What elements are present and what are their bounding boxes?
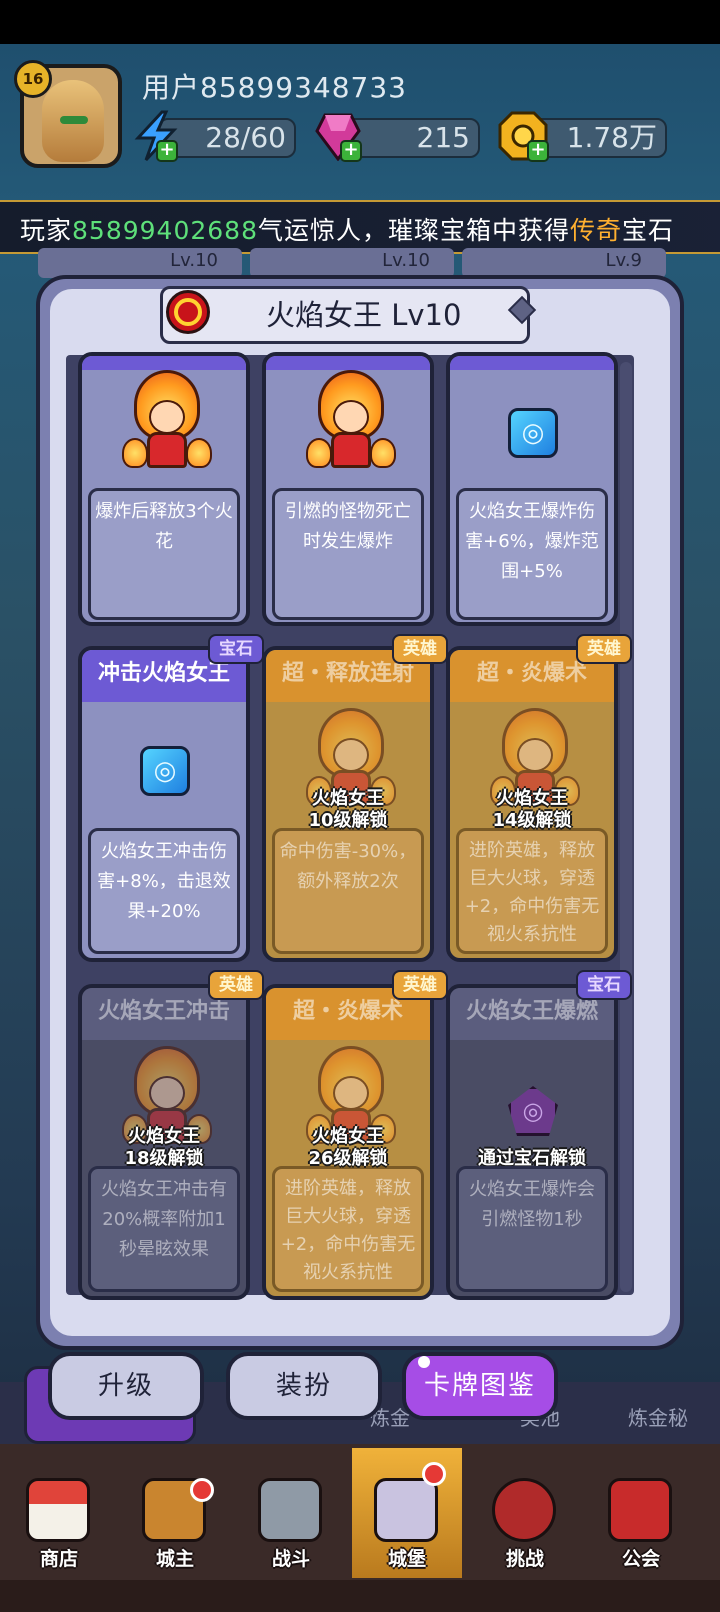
bg-level-label: Lv.9 [605, 250, 642, 271]
talent-card[interactable]: 爆炸后释放3个火花 [78, 352, 250, 626]
talent-card-gem-locked[interactable]: 火焰女王爆燃 ◎ 通过宝石解锁 火焰女王爆炸会引燃怪物1秒 [446, 984, 618, 1300]
talent-card-hero-locked[interactable]: 超・炎爆术 进阶英雄，释放巨大火球，穿透+2，命中伤害无视火系抗性 火焰女王 2… [262, 984, 434, 1300]
demon-mask-icon [492, 1478, 556, 1542]
purple-gem-icon: ◎ [508, 1086, 558, 1136]
flame-queen-portrait [122, 370, 212, 474]
nav-label: 城主 [155, 1548, 194, 1570]
talent-card-hero-locked[interactable]: 超・释放连射 命中伤害-30%，额外释放2次 火焰女王 10级解锁 [262, 646, 434, 962]
nav-bottom-bar [0, 1580, 720, 1612]
nav-label: 商店 [39, 1548, 78, 1570]
button-highlight-dot [418, 1356, 430, 1368]
unlock-level: 14级解锁 [492, 810, 572, 831]
bg-level-label: Lv.10 [170, 250, 218, 271]
crossed-swords-icon [258, 1478, 322, 1542]
talent-card-hero-locked[interactable]: 超・炎爆术 进阶英雄，释放巨大火球，穿透+2，命中伤害无视火系抗性 火焰女王 1… [446, 646, 618, 962]
nav-shop[interactable]: 商店 [4, 1448, 114, 1578]
hero-tag: 英雄 [392, 970, 448, 1000]
bg-level-label: Lv.10 [382, 250, 430, 271]
notification-dot [422, 1462, 446, 1486]
nav-battle[interactable]: 战斗 [236, 1448, 346, 1578]
player-level-badge: 16 [14, 60, 52, 98]
marquee-prefix: 玩家 [20, 216, 73, 245]
card-header-strip [266, 356, 430, 370]
card-description: 爆炸后释放3个火花 [88, 488, 240, 620]
bg-hero-slot: Lv.9 [462, 248, 666, 278]
card-header-strip [450, 356, 614, 370]
card-description: 火焰女王爆炸伤害+6%，爆炸范围+5% [456, 488, 608, 620]
bg-hero-slot: Lv.10 [250, 248, 454, 278]
unlock-hero-name: 火焰女王 [312, 788, 384, 809]
gem-tag: 宝石 [208, 634, 264, 664]
nav-guild[interactable]: 公会 [586, 1448, 696, 1578]
nav-label: 挑战 [505, 1548, 544, 1570]
dress-up-button[interactable]: 装扮 [226, 1352, 382, 1420]
nav-challenge[interactable]: 挑战 [470, 1448, 580, 1578]
unlock-hero-name: 火焰女王 [496, 788, 568, 809]
blue-gem-icon: ◎ [140, 746, 190, 796]
talent-card-hero-locked[interactable]: 火焰女王冲击 火焰女王冲击有20%概率附加1秒晕眩效果 火焰女王 18级解锁 [78, 984, 250, 1300]
shop-icon [26, 1478, 90, 1542]
card-description: 进阶英雄，释放巨大火球，穿透+2，命中伤害无视火系抗性 [456, 828, 608, 954]
notification-dot [190, 1478, 214, 1502]
hero-tag: 英雄 [392, 634, 448, 664]
add-energy-icon[interactable]: + [156, 140, 178, 162]
modal-title: 火焰女王 Lv10 [266, 298, 462, 332]
avatar-eyes [60, 116, 88, 124]
castle-icon [374, 1478, 438, 1542]
username: 用户85899348733 [142, 71, 407, 104]
talent-card[interactable]: ◎ 火焰女王爆炸伤害+6%，爆炸范围+5% [446, 352, 618, 626]
upgrade-button[interactable]: 升级 [48, 1352, 204, 1420]
card-description: 引燃的怪物死亡时发生爆炸 [272, 488, 424, 620]
marquee-player-id: 85899402688 [72, 216, 258, 245]
talent-card[interactable]: 引燃的怪物死亡时发生爆炸 [262, 352, 434, 626]
nav-lord[interactable]: 城主 [120, 1448, 230, 1578]
blue-gem-icon: ◎ [508, 408, 558, 458]
marquee-suffix: 宝石 [622, 216, 675, 245]
unlock-level: 18级解锁 [124, 1148, 204, 1169]
marquee-highlight: 传奇 [570, 216, 623, 245]
gem-tag: 宝石 [576, 970, 632, 1000]
guild-banner-icon [608, 1478, 672, 1542]
fire-element-icon [166, 290, 210, 334]
hero-tag: 英雄 [576, 634, 632, 664]
unlock-hero-name: 火焰女王 [312, 1126, 384, 1147]
add-gem-icon[interactable]: + [340, 140, 362, 162]
card-description: 火焰女王冲击有20%概率附加1秒晕眩效果 [88, 1166, 240, 1292]
marquee-text: 玩家85899402688气运惊人，璀璨宝箱中获得传奇宝石 [20, 211, 674, 247]
sub-tab-alchemy-secret[interactable]: 炼金秘 [628, 1402, 688, 1431]
add-gold-icon[interactable]: + [527, 140, 549, 162]
flame-queen-portrait [306, 370, 396, 474]
status-bar [0, 0, 720, 44]
card-description: 火焰女王冲击伤害+8%，击退效果+20% [88, 828, 240, 954]
marquee-middle: 气运惊人，璀璨宝箱中获得 [257, 216, 570, 245]
scrollbar[interactable] [620, 362, 632, 1292]
talent-card-gem[interactable]: 冲击火焰女王 ◎ 火焰女王冲击伤害+8%，击退效果+20% [78, 646, 250, 962]
unlock-level: 10级解锁 [308, 810, 388, 831]
nav-castle[interactable]: 城堡 [352, 1448, 462, 1578]
nav-label: 战斗 [271, 1548, 310, 1570]
card-description: 进阶英雄，释放巨大火球，穿透+2，命中伤害无视火系抗性 [272, 1166, 424, 1292]
unlock-hero-name: 火焰女王 [128, 1126, 200, 1147]
nav-label: 公会 [621, 1548, 660, 1570]
card-description: 火焰女王爆炸会引燃怪物1秒 [456, 1166, 608, 1292]
bg-hero-slot: Lv.10 [38, 248, 242, 278]
unlock-level: 26级解锁 [308, 1148, 388, 1169]
nav-label: 城堡 [387, 1548, 426, 1570]
announcement-marquee: 玩家85899402688气运惊人，璀璨宝箱中获得传奇宝石 [0, 200, 720, 254]
card-header-strip [82, 356, 246, 370]
card-description: 命中伤害-30%，额外释放2次 [272, 828, 424, 954]
hero-tag: 英雄 [208, 970, 264, 1000]
